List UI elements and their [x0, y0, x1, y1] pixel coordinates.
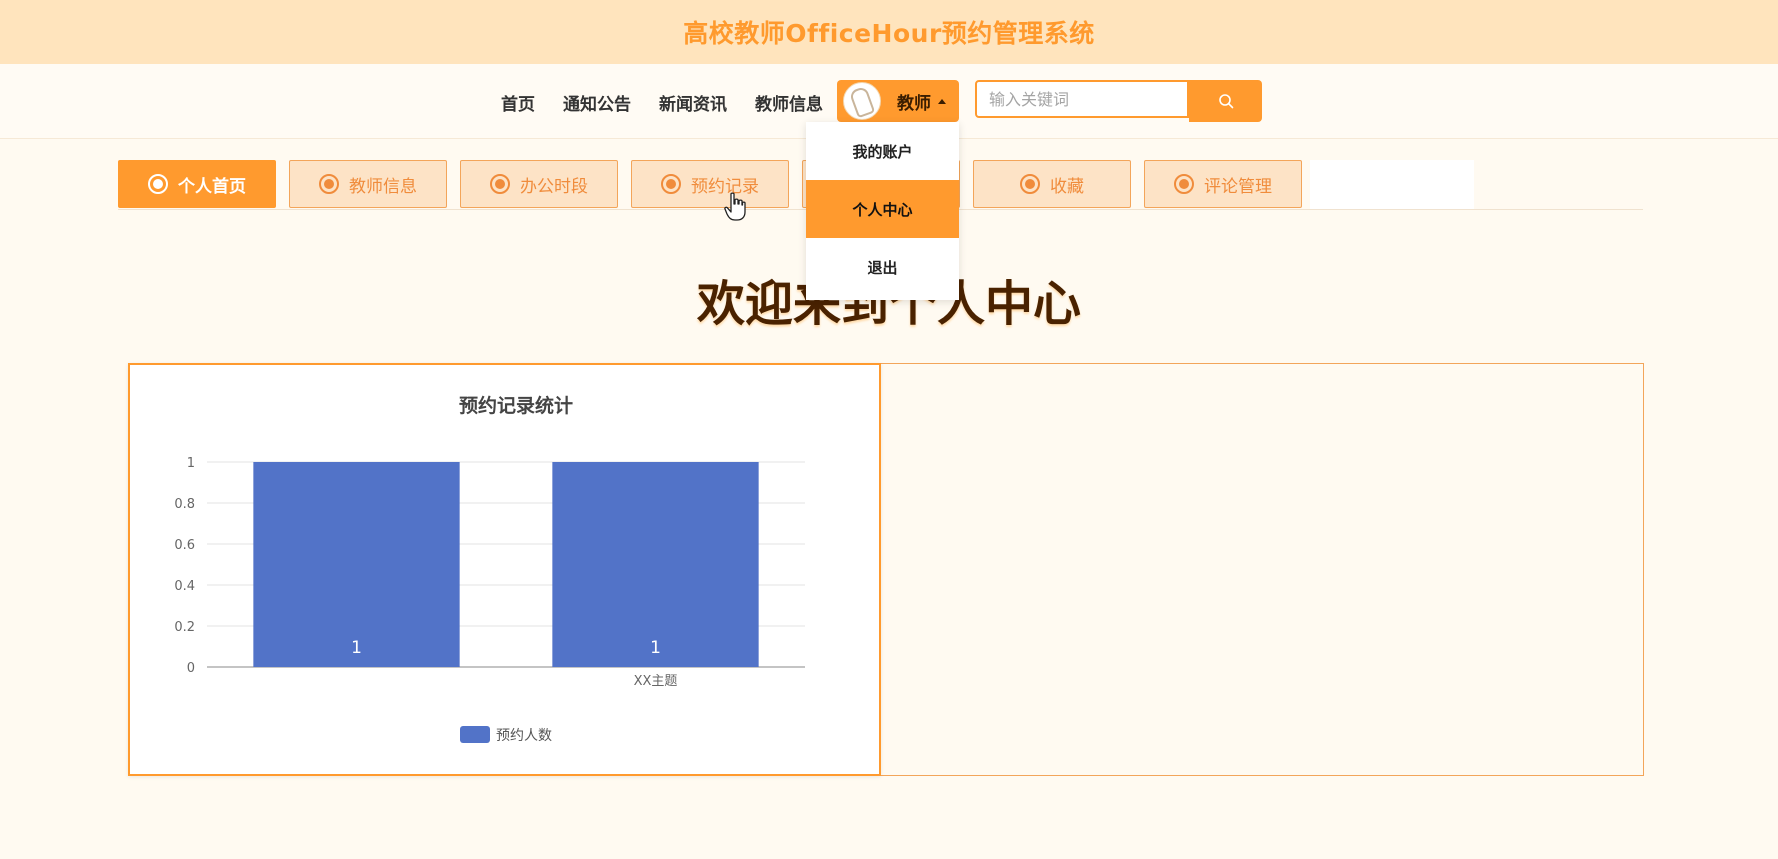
tab-favorites[interactable]: 收藏 — [973, 160, 1131, 208]
search-icon — [1218, 94, 1233, 109]
menu-my-account[interactable]: 我的账户 — [806, 122, 959, 180]
y-tick-label: 1 — [187, 456, 195, 471]
nav-teachers[interactable]: 教师信息 — [755, 90, 823, 115]
nav-notices[interactable]: 通知公告 — [563, 90, 631, 115]
menu-personal-center[interactable]: 个人中心 — [806, 180, 959, 238]
y-tick-label: 0.8 — [174, 497, 195, 512]
site-title: 高校教师OfficeHour预约管理系统 — [683, 19, 1095, 48]
tab-label: 收藏 — [1050, 176, 1084, 197]
y-tick-label: 0 — [187, 661, 195, 676]
tab-comments[interactable]: 评论管理 — [1144, 160, 1302, 208]
y-tick-label: 0.4 — [174, 579, 195, 594]
star-icon — [661, 174, 681, 194]
nav-news[interactable]: 新闻资讯 — [659, 90, 727, 115]
tab-label: 教师信息 — [349, 176, 417, 197]
chart-title: 预约记录统计 — [459, 394, 573, 417]
tab-label: 个人首页 — [178, 176, 246, 197]
star-icon — [1174, 174, 1194, 194]
x-tick-label: XX主题 — [634, 674, 678, 689]
avatar — [843, 82, 881, 120]
y-tick-label: 0.6 — [174, 538, 195, 553]
caret-up-icon — [938, 98, 946, 104]
star-icon — [1020, 174, 1040, 194]
tab-appointments[interactable]: 预约记录 — [631, 160, 789, 208]
bar-data-label: 1 — [351, 638, 362, 658]
y-tick-label: 0.2 — [174, 620, 195, 635]
bar — [552, 462, 759, 667]
search-button[interactable] — [1189, 80, 1262, 122]
star-icon — [319, 174, 339, 194]
tab-label: 评论管理 — [1204, 176, 1272, 197]
user-role-label: 教师 — [897, 93, 931, 114]
hand-cursor-icon — [724, 192, 746, 221]
tab-office-hours[interactable]: 办公时段 — [460, 160, 618, 208]
tab-strip-bg — [1310, 160, 1474, 210]
menu-logout[interactable]: 退出 — [806, 238, 959, 296]
bar — [253, 462, 460, 667]
search-input[interactable] — [975, 80, 1189, 118]
nav-home[interactable]: 首页 — [501, 90, 535, 115]
bar-data-label: 1 — [650, 638, 661, 658]
legend-label: 预约人数 — [496, 728, 552, 744]
top-header: 高校教师OfficeHour预约管理系统 — [0, 0, 1778, 64]
user-dropdown-menu: 我的账户 个人中心 退出 — [806, 122, 959, 300]
user-menu-button[interactable]: 教师 — [837, 80, 959, 122]
chart-card: 预约记录统计 0 0.2 0.4 0.6 0.8 1 1 1 XX主题预约人数 — [128, 363, 881, 776]
tab-teacher-info[interactable]: 教师信息 — [289, 160, 447, 208]
tab-label: 办公时段 — [520, 176, 588, 197]
bar-chart: 预约记录统计 0 0.2 0.4 0.6 0.8 1 1 1 XX主题预约人数 — [174, 394, 805, 744]
star-icon — [490, 174, 510, 194]
star-icon — [148, 174, 168, 194]
tab-personal-home[interactable]: 个人首页 — [118, 160, 276, 208]
legend-swatch — [460, 726, 490, 743]
